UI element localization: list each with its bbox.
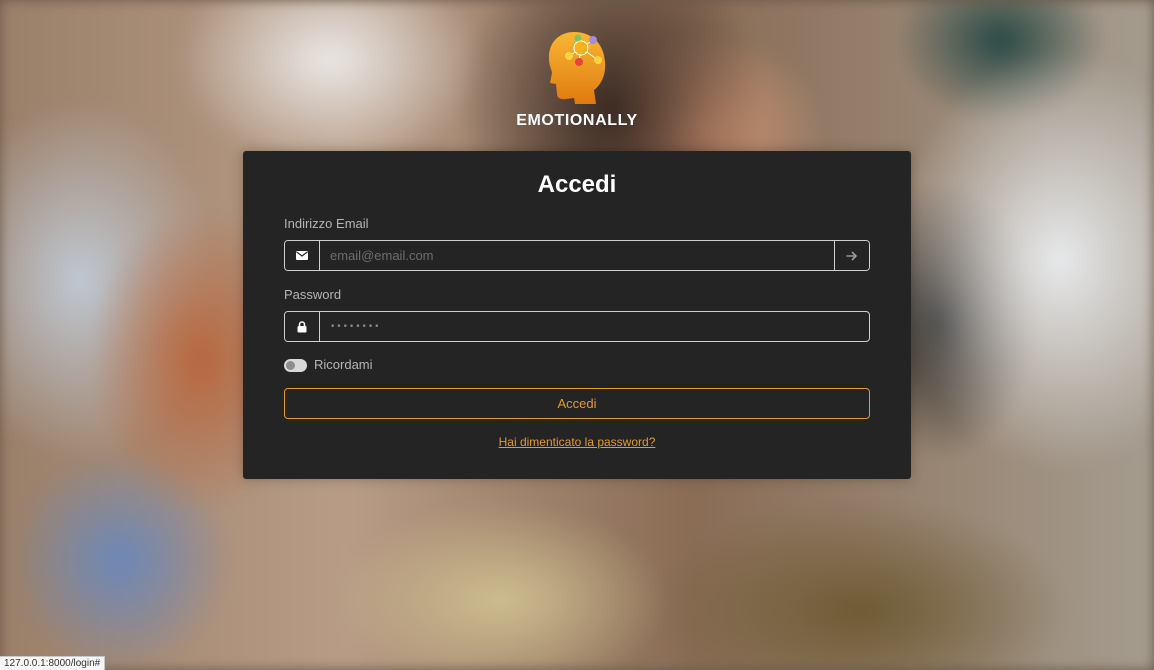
login-button[interactable]: Accedi bbox=[284, 388, 870, 419]
login-card: Accedi Indirizzo Email Password ••••••••… bbox=[243, 151, 911, 479]
envelope-icon bbox=[285, 241, 320, 270]
email-input-group bbox=[284, 240, 870, 271]
password-label: Password bbox=[284, 287, 342, 302]
brand-logo: EMOTIONALLY bbox=[0, 28, 1154, 130]
password-input-group: •••••••• bbox=[284, 311, 870, 342]
email-label: Indirizzo Email bbox=[284, 216, 369, 231]
lock-icon bbox=[285, 312, 320, 341]
brand-name: EMOTIONALLY bbox=[516, 112, 638, 129]
arrow-right-icon[interactable] bbox=[834, 241, 869, 270]
remember-me-toggle[interactable] bbox=[284, 359, 307, 372]
remember-me-label: Ricordami bbox=[314, 357, 373, 372]
status-bar-url: 127.0.0.1:8000/login# bbox=[0, 656, 106, 670]
email-field[interactable] bbox=[320, 241, 834, 270]
head-emotions-logo-icon bbox=[548, 32, 606, 104]
toggle-knob bbox=[286, 361, 295, 370]
password-field[interactable]: •••••••• bbox=[320, 312, 869, 341]
login-title: Accedi bbox=[537, 171, 617, 198]
forgot-password-link[interactable]: Hai dimenticato la password? bbox=[243, 435, 911, 449]
